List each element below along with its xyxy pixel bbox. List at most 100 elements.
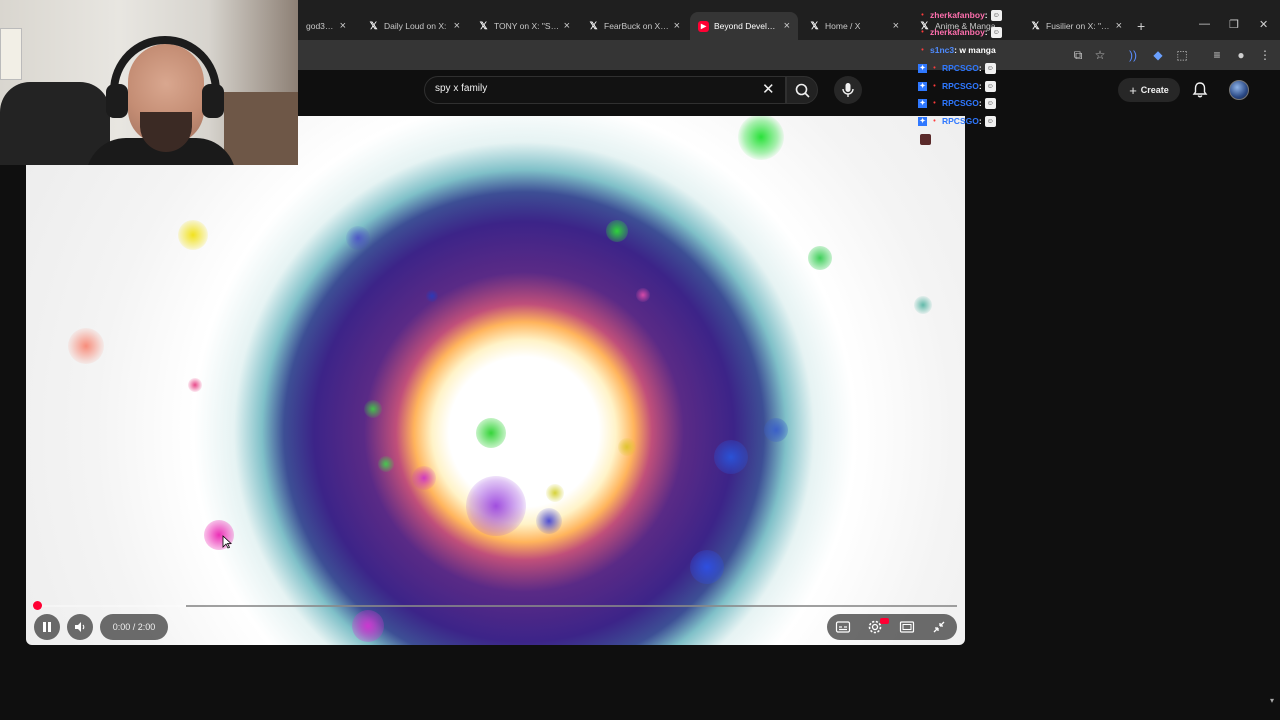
chat-username: RPCSGO [942, 98, 979, 108]
video-orb [378, 456, 394, 472]
chat-message: • zherkafanboy : ☺ [918, 8, 1002, 22]
mouse-cursor-icon [222, 535, 232, 549]
chat-colon: : [984, 27, 988, 37]
search-input[interactable]: spy x family [435, 83, 487, 94]
subtitles-icon[interactable] [835, 619, 851, 635]
chat-dot-icon: • [921, 28, 924, 36]
create-button[interactable]: + Create [1118, 78, 1180, 102]
exit-fullscreen-icon[interactable] [931, 619, 947, 635]
video-orb [914, 296, 932, 314]
browser-tab[interactable]: 𝕏 Daily Loud on X: × [360, 12, 468, 40]
extensions-puzzle-icon[interactable]: ⬚ [1174, 47, 1190, 63]
video-orb [412, 466, 436, 490]
video-orb [68, 328, 104, 364]
tab-label: Home / X [825, 21, 861, 31]
extension-shield-icon[interactable]: ◆ [1150, 47, 1166, 63]
browser-menu-icon[interactable]: ⋮ [1257, 47, 1273, 63]
youtube-logo-icon: ▸ [698, 20, 709, 32]
chat-avatar [920, 134, 931, 145]
video-orb [466, 476, 526, 536]
clear-search-icon[interactable]: ✕ [762, 80, 775, 98]
chat-username: zherkafanboy [930, 27, 985, 37]
progress-buffer [186, 605, 957, 607]
video-orb [636, 288, 650, 302]
x-logo-icon: 𝕏 [810, 20, 819, 32]
video-player[interactable] [26, 116, 965, 645]
account-avatar[interactable] [1229, 80, 1249, 100]
theater-mode-icon[interactable] [899, 619, 915, 635]
tab-label: TONY on X: "Stran [494, 21, 560, 31]
notifications-bell-icon[interactable] [1192, 81, 1208, 99]
chat-badge-icon: ✦ [918, 98, 927, 108]
chat-badge-icon: ✦ [918, 116, 927, 126]
pause-icon [43, 622, 51, 632]
bookmark-star-icon[interactable]: ☆ [1092, 47, 1108, 63]
browser-tab[interactable]: 𝕏 FearBuck on X: "M × [580, 12, 688, 40]
chat-badge-icon: ✦ [918, 63, 927, 73]
chat-text: w manga [959, 45, 996, 55]
scroll-down-arrow-icon[interactable]: ▾ [1270, 696, 1274, 705]
chat-message: ✦ • RPCSGO : ☺ [918, 114, 996, 128]
create-label: Create [1140, 85, 1169, 95]
search-box[interactable]: spy x family [424, 76, 786, 104]
tab-label: god36 | St [306, 21, 336, 31]
media-control-icon[interactable]: ≡ [1209, 47, 1225, 63]
chat-username: s1nc3 [930, 45, 955, 55]
tab-label: FearBuck on X: "M [604, 21, 670, 31]
video-orb [364, 400, 382, 418]
close-tab-icon[interactable]: × [564, 20, 570, 32]
close-tab-icon[interactable]: × [454, 20, 460, 32]
video-orb [606, 220, 628, 242]
browser-tab-active[interactable]: ▸ Beyond Develope × [690, 12, 798, 40]
new-tab-button[interactable]: + [1137, 18, 1145, 34]
window-close-icon[interactable]: ✕ [1259, 18, 1268, 31]
minimize-icon[interactable]: — [1199, 18, 1210, 30]
chat-message: • zherkafanboy : ☺ [918, 25, 1002, 39]
video-orb [714, 440, 748, 474]
chat-message: ✦ • RPCSGO : ☺ [918, 61, 996, 75]
video-orb [476, 418, 506, 448]
close-tab-icon[interactable]: × [1116, 20, 1122, 32]
progress-bar[interactable] [36, 605, 957, 607]
pause-button[interactable] [34, 614, 60, 640]
volume-button[interactable] [67, 614, 93, 640]
chat-emote-icon: ☺ [984, 80, 996, 92]
video-orb [618, 438, 636, 456]
progress-scrubber[interactable] [33, 601, 42, 610]
browser-tab[interactable]: god36 | St × [298, 12, 354, 40]
browser-tab[interactable]: 𝕏 Home / X × [801, 12, 907, 40]
chat-username: RPCSGO [942, 116, 979, 126]
chat-emote-icon: ☺ [984, 62, 996, 74]
microphone-icon [842, 83, 854, 97]
webcam-shelf [224, 92, 298, 165]
close-tab-icon[interactable]: × [893, 20, 899, 32]
tab-label: Daily Loud on X: [384, 21, 447, 31]
search-button[interactable] [786, 76, 818, 104]
video-orb [346, 226, 370, 250]
x-logo-icon: 𝕏 [1031, 20, 1040, 32]
profile-icon[interactable]: ● [1233, 47, 1249, 63]
browser-tab[interactable]: 𝕏 Fusilier on X: "The × [1022, 12, 1130, 40]
close-tab-icon[interactable]: × [340, 20, 346, 32]
video-orb [536, 508, 562, 534]
install-app-icon[interactable]: ⧉ [1070, 47, 1086, 63]
voice-search-button[interactable] [834, 76, 862, 104]
plus-icon: + [1129, 82, 1137, 98]
chat-emote-icon: ☺ [990, 26, 1002, 38]
streamer-webcam [0, 0, 298, 165]
time-display: 0:00 / 2:00 [100, 614, 168, 640]
tab-label: Fusilier on X: "The [1046, 21, 1112, 31]
close-tab-icon[interactable]: × [674, 20, 680, 32]
video-orb [426, 290, 438, 302]
chat-dot-icon: • [933, 99, 936, 107]
browser-tab[interactable]: 𝕏 TONY on X: "Stran × [470, 12, 578, 40]
extension-audio-icon[interactable]: )) [1125, 47, 1141, 63]
chat-dot-icon: • [933, 117, 936, 125]
restore-icon[interactable]: ❐ [1229, 18, 1239, 31]
video-orb [808, 246, 832, 270]
webcam-earcup-right [202, 84, 224, 118]
volume-icon [75, 622, 85, 632]
close-tab-icon[interactable]: × [784, 20, 790, 32]
chat-colon: : [984, 10, 988, 20]
chat-message: ✦ • RPCSGO : ☺ [918, 96, 996, 110]
